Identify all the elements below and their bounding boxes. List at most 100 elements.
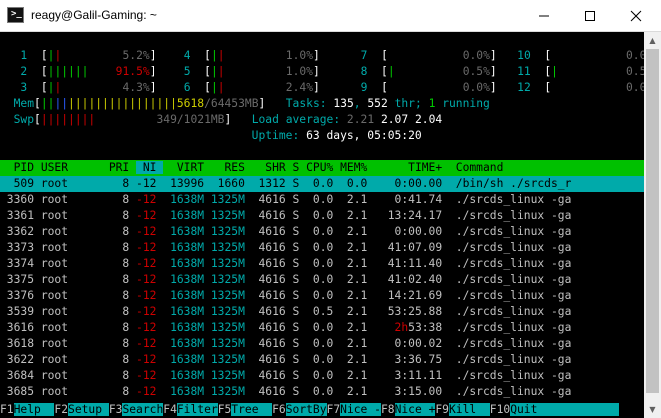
threads-label: thr; (387, 97, 429, 110)
process-shr: 4616 (251, 289, 293, 302)
function-key-label[interactable]: Nice + (394, 403, 436, 416)
function-key-label[interactable]: Tree (231, 403, 273, 416)
tasks-count: 135 (333, 97, 354, 110)
function-key-label[interactable]: Help (13, 403, 55, 416)
meter-bracket: ] (489, 65, 497, 78)
process-mem: 2.1 (340, 385, 381, 398)
meter-fill (61, 49, 122, 62)
footer-fill (537, 403, 620, 416)
scroll-up-arrow-icon[interactable]: ▲ (644, 32, 661, 49)
meter-bracket: ] (313, 65, 320, 78)
process-pid: 3616 (0, 321, 41, 334)
process-row[interactable]: 3622 root 8 -12 1638M 1325M 4616 S 0.0 2… (0, 352, 572, 368)
function-key-label[interactable]: SortBy (285, 403, 327, 416)
meter-bracket: [ (204, 81, 211, 94)
function-key-f3[interactable]: F3 (108, 403, 123, 416)
process-command: ./srcds_linux -ga (455, 257, 572, 270)
mem-meter-row: Mem[||||||||||||||||||||5618/64453MB] Ta… (0, 96, 490, 112)
cpu-bar: |||||| (47, 65, 89, 78)
minimize-button[interactable] (521, 0, 567, 31)
process-priority: 8 (102, 321, 137, 334)
process-user: root (40, 257, 103, 270)
function-key-label[interactable]: Filter (176, 403, 218, 416)
tasks-label: Tasks: (285, 97, 334, 110)
function-key-label[interactable]: Search (122, 403, 164, 416)
process-row[interactable]: 3375 root 8 -12 1638M 1325M 4616 S 0.0 2… (0, 272, 572, 288)
process-shr: 4616 (251, 385, 293, 398)
title-bar[interactable]: >_ reagy@Galil-Gaming: ~ (0, 0, 661, 32)
process-priority: 8 (102, 337, 137, 350)
function-key-f9[interactable]: F9 (435, 403, 449, 416)
meter-bracket: [ (381, 49, 388, 62)
terminal-icon: >_ (7, 7, 24, 23)
process-nice: -12 (136, 289, 164, 302)
htop-screen[interactable]: 1 [|| 5.2%] 4 [|| 1.0%] 7 [ 0.0%] 10 [ 0… (0, 32, 644, 418)
cpu-number: 6 (170, 81, 205, 94)
process-row[interactable]: 3373 root 8 -12 1638M 1325M 4616 S 0.0 2… (0, 240, 572, 256)
scroll-down-arrow-icon[interactable]: ▼ (644, 401, 661, 418)
process-row[interactable]: 3684 root 8 -12 1638M 1325M 4616 S 0.0 2… (0, 368, 572, 384)
close-button[interactable] (613, 0, 661, 31)
process-row[interactable]: 3539 root 8 -12 1638M 1325M 4616 S 0.5 2… (0, 304, 572, 320)
cpu-percent: 1.0% (285, 65, 313, 78)
meter-bracket: [ (204, 49, 211, 62)
column-header-time: TIME+ (380, 161, 456, 174)
process-state: S (292, 321, 307, 334)
process-user: root (40, 353, 103, 366)
function-key-f2[interactable]: F2 (54, 403, 69, 416)
function-key-label[interactable]: Nice - (340, 403, 381, 416)
process-cpu: 0.0 (306, 193, 341, 206)
process-mem: 2.1 (340, 273, 381, 286)
process-mem: 2.1 (340, 241, 381, 254)
meter-bracket: [ (40, 65, 48, 78)
process-virt: 1638M (163, 241, 205, 254)
process-row[interactable]: 3360 root 8 -12 1638M 1325M 4616 S 0.0 2… (0, 192, 572, 208)
meter-bracket: ] (489, 81, 497, 94)
process-state: S (292, 193, 307, 206)
meter-fill (558, 65, 626, 78)
process-priority: 8 (102, 177, 137, 190)
meter-bracket: ] (149, 81, 157, 94)
process-time: 53:38 (408, 321, 456, 334)
cpu-percent: 0.0% (462, 49, 490, 62)
function-key-f5[interactable]: F5 (217, 403, 232, 416)
vertical-scrollbar[interactable]: ▲ ▼ (644, 32, 661, 418)
function-key-label[interactable]: Kill (448, 403, 490, 416)
process-row[interactable]: 3374 root 8 -12 1638M 1325M 4616 S 0.0 2… (0, 256, 572, 272)
process-command: ./srcds_linux -ga (455, 273, 572, 286)
cpu-percent: 2.4% (285, 81, 314, 94)
function-key-label[interactable]: Quit (510, 403, 538, 416)
process-row[interactable]: 3618 root 8 -12 1638M 1325M 4616 S 0.0 2… (0, 336, 572, 352)
process-priority: 8 (102, 209, 137, 222)
process-row[interactable]: 3361 root 8 -12 1638M 1325M 4616 S 0.0 2… (0, 208, 572, 224)
process-row[interactable]: 3685 root 8 -12 1638M 1325M 4616 S 0.0 2… (0, 384, 572, 400)
function-key-label[interactable]: Setup (68, 403, 109, 416)
process-virt: 1638M (163, 193, 205, 206)
function-key-f7[interactable]: F7 (326, 403, 341, 416)
process-row[interactable]: 3376 root 8 -12 1638M 1325M 4616 S 0.0 2… (0, 288, 572, 304)
function-key-f6[interactable]: F6 (272, 403, 286, 416)
process-row[interactable]: 3616 root 8 -12 1638M 1325M 4616 S 0.0 2… (0, 320, 572, 336)
maximize-button[interactable] (567, 0, 613, 31)
process-row[interactable]: 509 root 8 -12 13996 1660 1312 S 0.0 0.0… (0, 176, 644, 192)
function-key-f4[interactable]: F4 (163, 403, 177, 416)
swap-meter-row: Swp[|||||||| 349/1021MB] Load average: 2… (0, 112, 443, 128)
meter-fill (88, 65, 115, 78)
cpu-meter-row: 2 [|||||| 91.5%] 5 [|| 1.0%] 8 [| 0.5%] … (0, 64, 644, 80)
process-user: root (40, 321, 103, 334)
process-table-header: PID USER PRI NI VIRT RES SHR S CPU% MEM%… (0, 160, 644, 176)
process-user: root (40, 241, 103, 254)
cpu-meter-row: 3 [|| 4.3%] 6 [|| 2.4%] 9 [ 0.0%] 12 [ 0… (0, 80, 644, 96)
process-user: root (40, 369, 103, 382)
cpu-bar: | (210, 49, 218, 62)
scrollbar-thumb[interactable] (646, 49, 659, 393)
process-shr: 4616 (251, 337, 293, 350)
process-cpu: 0.0 (306, 289, 341, 302)
function-key-f10[interactable]: F10 (489, 403, 511, 416)
process-res: 1325M (204, 353, 252, 366)
function-key-f1[interactable]: F1 (0, 403, 14, 416)
process-row[interactable]: 3362 root 8 -12 1638M 1325M 4616 S 0.0 2… (0, 224, 572, 240)
function-key-f8[interactable]: F8 (380, 403, 395, 416)
